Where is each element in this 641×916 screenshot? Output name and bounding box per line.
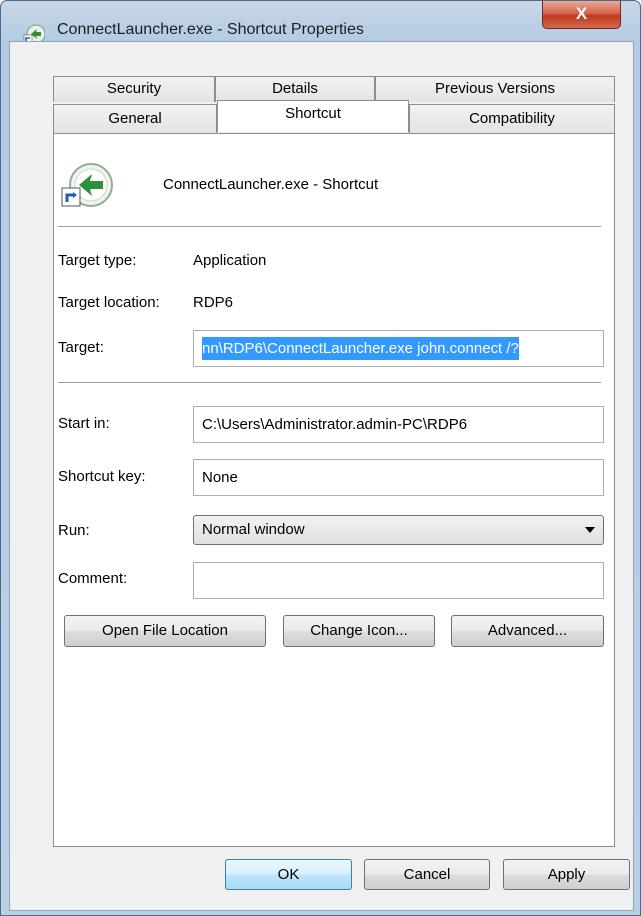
run-label: Run: bbox=[58, 522, 90, 539]
shortcut-key-input[interactable]: None bbox=[193, 459, 604, 496]
separator bbox=[58, 382, 601, 383]
shortcut-arrow-icon bbox=[61, 163, 113, 207]
target-type-label: Target type: bbox=[58, 252, 137, 269]
ok-button[interactable]: OK bbox=[225, 859, 352, 890]
tab-details[interactable]: Details bbox=[215, 76, 375, 102]
title-bar[interactable]: ConnectLauncher.exe - Shortcut Propertie… bbox=[1, 1, 640, 44]
start-in-label: Start in: bbox=[58, 415, 110, 432]
chevron-down-icon bbox=[585, 527, 595, 533]
advanced-button[interactable]: Advanced... bbox=[451, 615, 604, 647]
tab-previous-versions[interactable]: Previous Versions bbox=[375, 76, 615, 102]
target-value: nn\RDP6\ConnectLauncher.exe john.connect… bbox=[202, 337, 519, 360]
window-title: ConnectLauncher.exe - Shortcut Propertie… bbox=[57, 21, 364, 38]
target-location-value: RDP6 bbox=[193, 294, 234, 311]
run-selected-value: Normal window bbox=[202, 521, 305, 538]
tab-shortcut[interactable]: Shortcut bbox=[217, 100, 409, 132]
cancel-button[interactable]: Cancel bbox=[364, 859, 490, 890]
shortcut-key-label: Shortcut key: bbox=[58, 468, 146, 485]
separator bbox=[58, 226, 601, 227]
target-type-value: Application bbox=[193, 252, 267, 269]
apply-button[interactable]: Apply bbox=[503, 859, 630, 890]
close-button[interactable]: X bbox=[542, 1, 621, 29]
tab-compatibility[interactable]: Compatibility bbox=[409, 104, 615, 134]
start-in-input[interactable]: C:\Users\Administrator.admin-PC\RDP6 bbox=[193, 406, 604, 443]
shortcut-name: ConnectLauncher.exe - Shortcut bbox=[163, 176, 379, 193]
tab-general[interactable]: General bbox=[53, 104, 217, 134]
run-select[interactable]: Normal window bbox=[193, 515, 604, 545]
comment-input[interactable] bbox=[193, 562, 604, 599]
open-file-location-button[interactable]: Open File Location bbox=[64, 615, 266, 647]
target-input[interactable]: nn\RDP6\ConnectLauncher.exe john.connect… bbox=[193, 330, 604, 367]
tab-security[interactable]: Security bbox=[53, 76, 215, 102]
change-icon-button[interactable]: Change Icon... bbox=[283, 615, 435, 647]
target-location-label: Target location: bbox=[58, 294, 160, 311]
comment-label: Comment: bbox=[58, 570, 128, 587]
target-label: Target: bbox=[58, 339, 104, 356]
